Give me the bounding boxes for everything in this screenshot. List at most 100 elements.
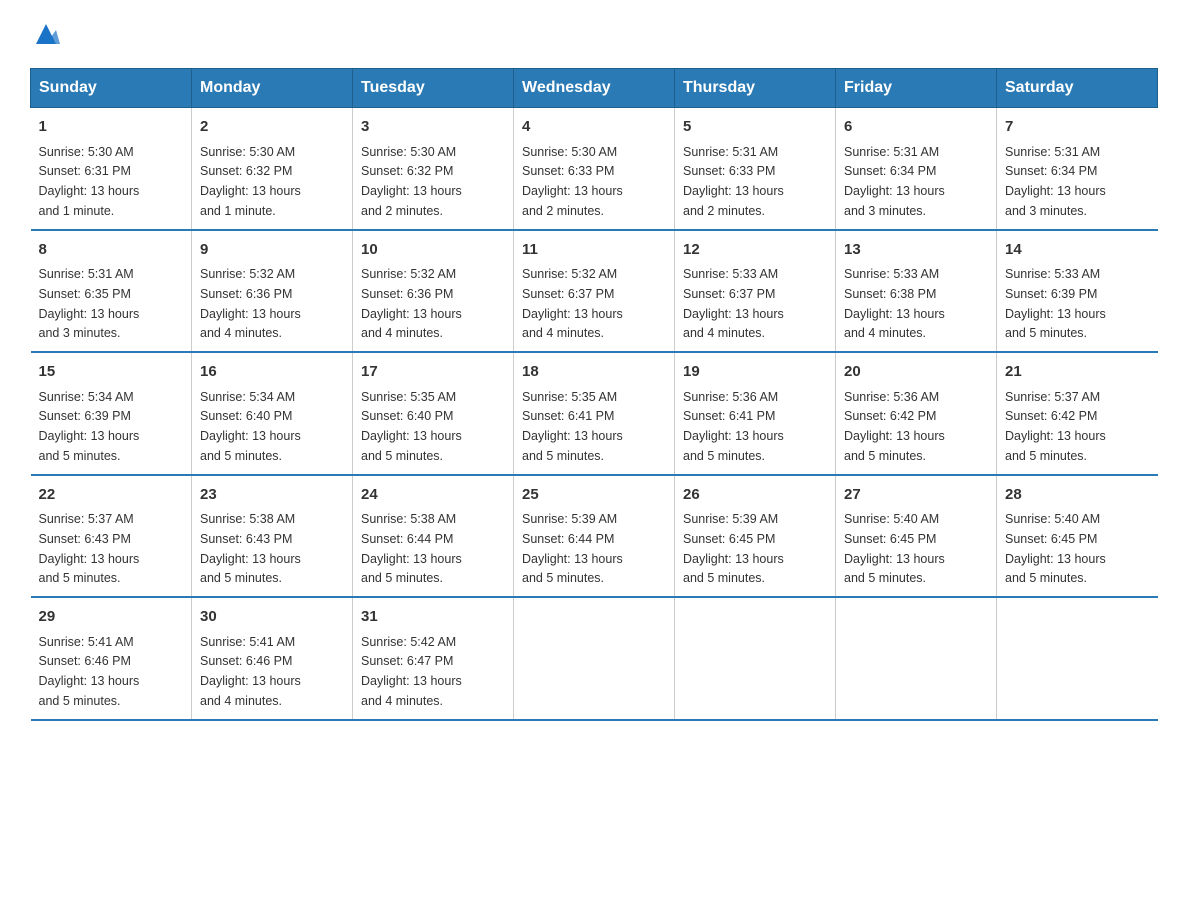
calendar-cell: 20 Sunrise: 5:36 AMSunset: 6:42 PMDaylig… xyxy=(836,352,997,475)
day-info: Sunrise: 5:39 AMSunset: 6:44 PMDaylight:… xyxy=(522,512,623,585)
day-info: Sunrise: 5:35 AMSunset: 6:40 PMDaylight:… xyxy=(361,390,462,463)
day-info: Sunrise: 5:30 AMSunset: 6:31 PMDaylight:… xyxy=(39,145,140,218)
col-header-saturday: Saturday xyxy=(997,69,1158,108)
calendar-cell: 14 Sunrise: 5:33 AMSunset: 6:39 PMDaylig… xyxy=(997,230,1158,353)
calendar-cell: 21 Sunrise: 5:37 AMSunset: 6:42 PMDaylig… xyxy=(997,352,1158,475)
calendar-cell: 6 Sunrise: 5:31 AMSunset: 6:34 PMDayligh… xyxy=(836,108,997,230)
calendar-cell: 18 Sunrise: 5:35 AMSunset: 6:41 PMDaylig… xyxy=(514,352,675,475)
day-number: 13 xyxy=(844,239,988,262)
day-info: Sunrise: 5:33 AMSunset: 6:37 PMDaylight:… xyxy=(683,267,784,340)
calendar-cell: 27 Sunrise: 5:40 AMSunset: 6:45 PMDaylig… xyxy=(836,475,997,598)
col-header-tuesday: Tuesday xyxy=(353,69,514,108)
calendar-table: SundayMondayTuesdayWednesdayThursdayFrid… xyxy=(30,68,1158,721)
calendar-cell: 30 Sunrise: 5:41 AMSunset: 6:46 PMDaylig… xyxy=(192,597,353,720)
calendar-cell: 7 Sunrise: 5:31 AMSunset: 6:34 PMDayligh… xyxy=(997,108,1158,230)
calendar-cell: 15 Sunrise: 5:34 AMSunset: 6:39 PMDaylig… xyxy=(31,352,192,475)
day-info: Sunrise: 5:37 AMSunset: 6:43 PMDaylight:… xyxy=(39,512,140,585)
calendar-cell: 24 Sunrise: 5:38 AMSunset: 6:44 PMDaylig… xyxy=(353,475,514,598)
day-info: Sunrise: 5:31 AMSunset: 6:35 PMDaylight:… xyxy=(39,267,140,340)
day-number: 2 xyxy=(200,116,344,139)
day-info: Sunrise: 5:30 AMSunset: 6:32 PMDaylight:… xyxy=(200,145,301,218)
day-info: Sunrise: 5:31 AMSunset: 6:33 PMDaylight:… xyxy=(683,145,784,218)
day-info: Sunrise: 5:42 AMSunset: 6:47 PMDaylight:… xyxy=(361,635,462,708)
day-number: 29 xyxy=(39,606,184,629)
day-info: Sunrise: 5:39 AMSunset: 6:45 PMDaylight:… xyxy=(683,512,784,585)
day-number: 26 xyxy=(683,484,827,507)
day-number: 17 xyxy=(361,361,505,384)
day-info: Sunrise: 5:40 AMSunset: 6:45 PMDaylight:… xyxy=(844,512,945,585)
calendar-cell: 23 Sunrise: 5:38 AMSunset: 6:43 PMDaylig… xyxy=(192,475,353,598)
day-info: Sunrise: 5:37 AMSunset: 6:42 PMDaylight:… xyxy=(1005,390,1106,463)
calendar-header-row: SundayMondayTuesdayWednesdayThursdayFrid… xyxy=(31,69,1158,108)
day-number: 9 xyxy=(200,239,344,262)
day-number: 20 xyxy=(844,361,988,384)
day-number: 16 xyxy=(200,361,344,384)
day-info: Sunrise: 5:30 AMSunset: 6:32 PMDaylight:… xyxy=(361,145,462,218)
col-header-thursday: Thursday xyxy=(675,69,836,108)
day-number: 30 xyxy=(200,606,344,629)
calendar-cell xyxy=(997,597,1158,720)
calendar-cell xyxy=(514,597,675,720)
calendar-cell: 29 Sunrise: 5:41 AMSunset: 6:46 PMDaylig… xyxy=(31,597,192,720)
day-info: Sunrise: 5:35 AMSunset: 6:41 PMDaylight:… xyxy=(522,390,623,463)
day-number: 23 xyxy=(200,484,344,507)
day-number: 21 xyxy=(1005,361,1150,384)
calendar-cell: 16 Sunrise: 5:34 AMSunset: 6:40 PMDaylig… xyxy=(192,352,353,475)
day-number: 7 xyxy=(1005,116,1150,139)
day-info: Sunrise: 5:32 AMSunset: 6:37 PMDaylight:… xyxy=(522,267,623,340)
calendar-cell: 10 Sunrise: 5:32 AMSunset: 6:36 PMDaylig… xyxy=(353,230,514,353)
day-info: Sunrise: 5:38 AMSunset: 6:43 PMDaylight:… xyxy=(200,512,301,585)
day-number: 5 xyxy=(683,116,827,139)
logo xyxy=(30,20,62,48)
day-info: Sunrise: 5:38 AMSunset: 6:44 PMDaylight:… xyxy=(361,512,462,585)
col-header-wednesday: Wednesday xyxy=(514,69,675,108)
calendar-cell: 11 Sunrise: 5:32 AMSunset: 6:37 PMDaylig… xyxy=(514,230,675,353)
day-number: 31 xyxy=(361,606,505,629)
calendar-cell: 28 Sunrise: 5:40 AMSunset: 6:45 PMDaylig… xyxy=(997,475,1158,598)
calendar-cell: 13 Sunrise: 5:33 AMSunset: 6:38 PMDaylig… xyxy=(836,230,997,353)
calendar-week-row: 15 Sunrise: 5:34 AMSunset: 6:39 PMDaylig… xyxy=(31,352,1158,475)
day-number: 25 xyxy=(522,484,666,507)
day-number: 22 xyxy=(39,484,184,507)
calendar-cell: 4 Sunrise: 5:30 AMSunset: 6:33 PMDayligh… xyxy=(514,108,675,230)
day-info: Sunrise: 5:32 AMSunset: 6:36 PMDaylight:… xyxy=(200,267,301,340)
calendar-week-row: 29 Sunrise: 5:41 AMSunset: 6:46 PMDaylig… xyxy=(31,597,1158,720)
calendar-cell: 2 Sunrise: 5:30 AMSunset: 6:32 PMDayligh… xyxy=(192,108,353,230)
day-number: 8 xyxy=(39,239,184,262)
day-info: Sunrise: 5:41 AMSunset: 6:46 PMDaylight:… xyxy=(200,635,301,708)
day-info: Sunrise: 5:36 AMSunset: 6:41 PMDaylight:… xyxy=(683,390,784,463)
calendar-cell: 8 Sunrise: 5:31 AMSunset: 6:35 PMDayligh… xyxy=(31,230,192,353)
calendar-cell xyxy=(836,597,997,720)
day-number: 14 xyxy=(1005,239,1150,262)
day-info: Sunrise: 5:36 AMSunset: 6:42 PMDaylight:… xyxy=(844,390,945,463)
day-info: Sunrise: 5:34 AMSunset: 6:40 PMDaylight:… xyxy=(200,390,301,463)
calendar-cell xyxy=(675,597,836,720)
day-number: 11 xyxy=(522,239,666,262)
col-header-friday: Friday xyxy=(836,69,997,108)
col-header-monday: Monday xyxy=(192,69,353,108)
day-info: Sunrise: 5:31 AMSunset: 6:34 PMDaylight:… xyxy=(1005,145,1106,218)
calendar-week-row: 1 Sunrise: 5:30 AMSunset: 6:31 PMDayligh… xyxy=(31,108,1158,230)
calendar-cell: 3 Sunrise: 5:30 AMSunset: 6:32 PMDayligh… xyxy=(353,108,514,230)
calendar-cell: 17 Sunrise: 5:35 AMSunset: 6:40 PMDaylig… xyxy=(353,352,514,475)
calendar-cell: 12 Sunrise: 5:33 AMSunset: 6:37 PMDaylig… xyxy=(675,230,836,353)
calendar-cell: 25 Sunrise: 5:39 AMSunset: 6:44 PMDaylig… xyxy=(514,475,675,598)
calendar-cell: 5 Sunrise: 5:31 AMSunset: 6:33 PMDayligh… xyxy=(675,108,836,230)
day-number: 6 xyxy=(844,116,988,139)
day-number: 1 xyxy=(39,116,184,139)
day-number: 3 xyxy=(361,116,505,139)
day-number: 18 xyxy=(522,361,666,384)
day-number: 15 xyxy=(39,361,184,384)
day-info: Sunrise: 5:33 AMSunset: 6:39 PMDaylight:… xyxy=(1005,267,1106,340)
logo-icon xyxy=(32,20,60,48)
day-number: 10 xyxy=(361,239,505,262)
day-info: Sunrise: 5:34 AMSunset: 6:39 PMDaylight:… xyxy=(39,390,140,463)
calendar-cell: 1 Sunrise: 5:30 AMSunset: 6:31 PMDayligh… xyxy=(31,108,192,230)
day-number: 4 xyxy=(522,116,666,139)
day-number: 27 xyxy=(844,484,988,507)
day-info: Sunrise: 5:31 AMSunset: 6:34 PMDaylight:… xyxy=(844,145,945,218)
day-number: 12 xyxy=(683,239,827,262)
page-header xyxy=(30,20,1158,48)
calendar-cell: 31 Sunrise: 5:42 AMSunset: 6:47 PMDaylig… xyxy=(353,597,514,720)
day-info: Sunrise: 5:40 AMSunset: 6:45 PMDaylight:… xyxy=(1005,512,1106,585)
